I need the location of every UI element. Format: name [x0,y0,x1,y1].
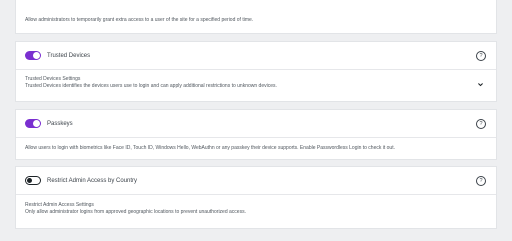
passkeys-card: Passkeys ? Allow users to login with bio… [15,109,497,160]
restrict-admin-access-description: Only allow administrator logins from app… [25,209,246,215]
trusted-devices-settings-title: Trusted Devices Settings [25,76,81,82]
restrict-admin-access-title: Restrict Admin Access by Country [47,177,138,184]
trusted-devices-toggle[interactable] [25,51,41,60]
restrict-admin-access-header: Restrict Admin Access by Country ? [16,167,496,195]
trusted-devices-title: Trusted Devices [47,52,91,59]
help-circle-icon[interactable]: ? [476,175,486,186]
passkeys-toggle[interactable] [25,119,41,128]
temporary-access-card: Allow administrators to temporarily gran… [15,0,497,34]
passkeys-description: Allow users to login with biometrics lik… [25,145,395,151]
temporary-access-description: Allow administrators to temporarily gran… [25,17,254,23]
passkeys-title: Passkeys [47,120,73,127]
trusted-devices-description: Trusted Devices identifies the devices u… [25,83,277,89]
help-circle-icon[interactable]: ? [476,118,486,129]
trusted-devices-settings[interactable]: Trusted Devices Settings Trusted Devices… [16,70,496,90]
passkeys-header: Passkeys ? [16,110,496,138]
restrict-admin-access-card: Restrict Admin Access by Country ? Restr… [15,166,497,229]
help-circle-icon[interactable]: ? [476,50,486,61]
restrict-admin-access-toggle[interactable] [25,176,41,185]
trusted-devices-card: Trusted Devices ? Trusted Devices Settin… [15,41,497,102]
restrict-admin-access-settings-title: Restrict Admin Access Settings [25,202,94,208]
trusted-devices-header: Trusted Devices ? [16,42,496,70]
chevron-down-icon[interactable] [477,81,484,88]
